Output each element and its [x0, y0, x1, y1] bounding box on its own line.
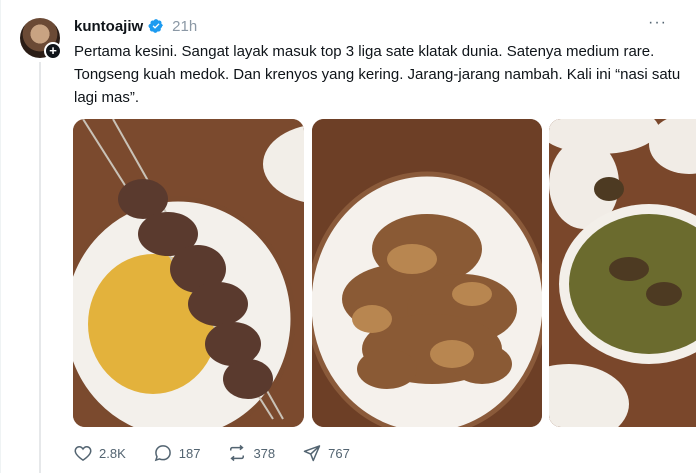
like-button[interactable]: 2.8K	[73, 443, 126, 463]
repost-count: 378	[253, 445, 276, 461]
repost-button[interactable]: 378	[227, 443, 275, 463]
username[interactable]: kuntoajiw	[74, 18, 143, 35]
action-bar: 2.8K 187 378 767	[73, 443, 377, 463]
share-count: 767	[328, 445, 350, 461]
krenyos-photo	[312, 119, 542, 427]
like-count: 2.8K	[99, 445, 126, 461]
heart-icon	[74, 445, 92, 461]
reply-count: 187	[178, 445, 201, 461]
media-image-2[interactable]	[312, 119, 542, 427]
share-icon	[303, 445, 321, 462]
repost-icon	[230, 444, 245, 462]
media-image-3[interactable]	[549, 119, 696, 427]
reply-icon	[154, 445, 171, 462]
tongseng-photo	[549, 119, 696, 427]
share-button[interactable]: 767	[302, 443, 350, 463]
timestamp[interactable]: 21h	[172, 18, 197, 35]
reply-button[interactable]: 187	[153, 443, 201, 463]
more-icon[interactable]: ···	[648, 14, 667, 32]
media-image-1[interactable]	[73, 119, 304, 427]
satay-photo	[73, 119, 304, 427]
thread-line	[39, 62, 41, 473]
follow-plus-icon[interactable]: +	[44, 42, 62, 60]
left-border	[0, 0, 1, 473]
post-header: kuntoajiw 21h	[74, 15, 197, 37]
post-text: Pertama kesini. Sangat layak masuk top 3…	[74, 43, 681, 106]
verified-icon	[148, 19, 164, 33]
